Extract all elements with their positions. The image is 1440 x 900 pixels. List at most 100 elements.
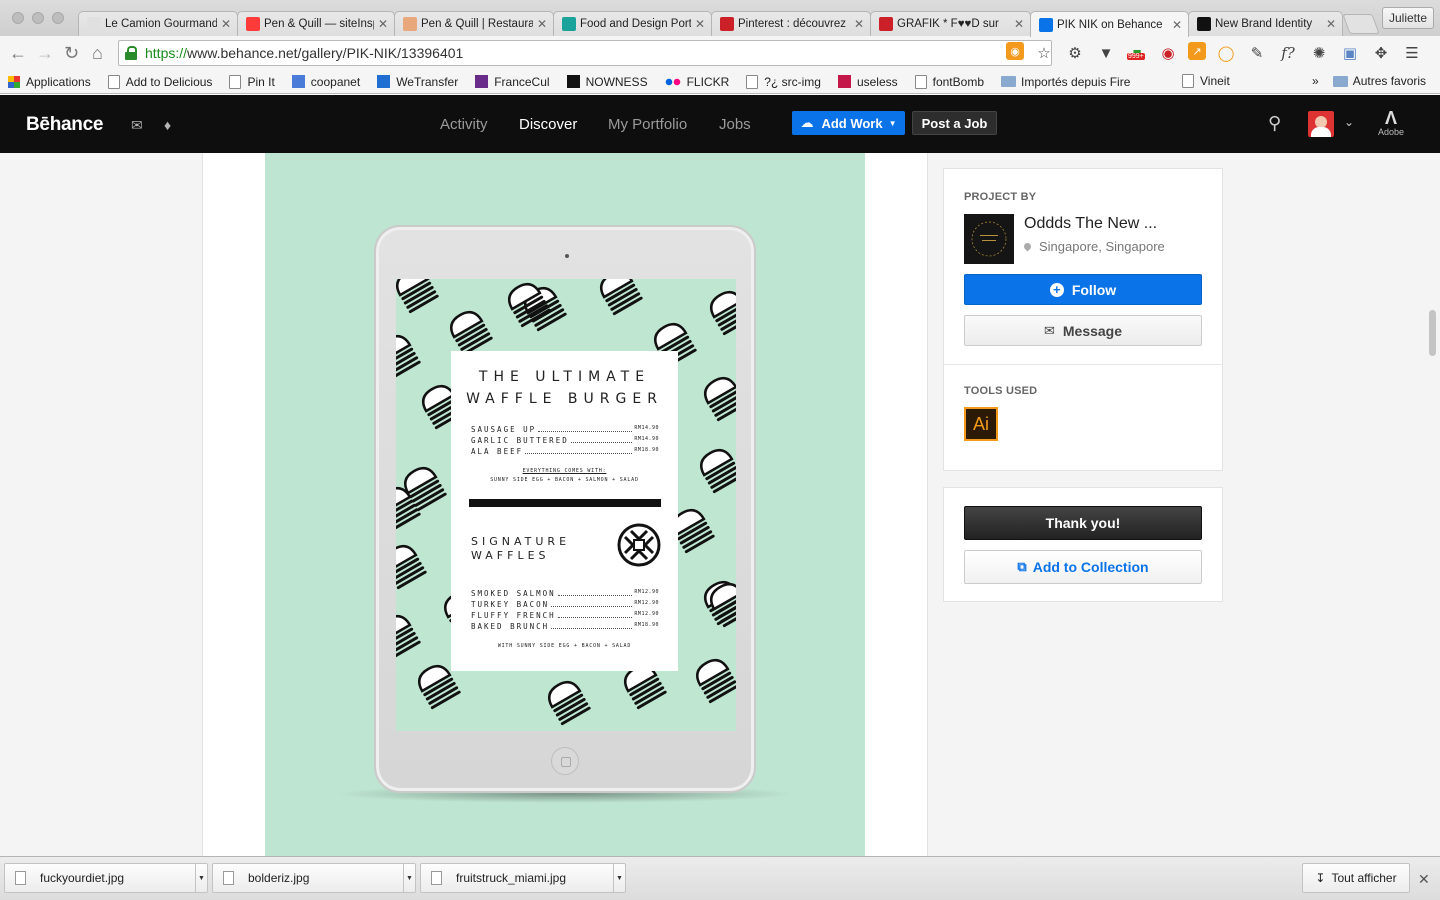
feed-badge-icon[interactable]: ■999+: [1126, 42, 1148, 64]
browser-tab[interactable]: Le Camion Gourmand ✕: [78, 11, 238, 36]
message-button[interactable]: ✉ Message: [964, 315, 1202, 346]
bookmark-item[interactable]: fontBomb: [914, 74, 984, 89]
nav-jobs[interactable]: Jobs: [719, 116, 751, 133]
show-all-downloads-button[interactable]: ↧ Tout afficher: [1302, 863, 1410, 893]
tab-close-icon[interactable]: ✕: [1172, 18, 1182, 32]
browser-tab[interactable]: PIK NIK on Behance ✕: [1030, 11, 1189, 37]
bell-icon[interactable]: ♦: [164, 117, 171, 133]
profile-button[interactable]: Juliette: [1382, 7, 1434, 29]
add-work-button[interactable]: ☁ Add Work ▼: [792, 111, 905, 135]
follow-button[interactable]: + Follow: [964, 274, 1202, 305]
bookmark-item[interactable]: FranceCul: [475, 75, 550, 89]
tab-favicon-icon: [562, 17, 576, 31]
bookmarks-chevron-icon[interactable]: »: [1312, 74, 1319, 88]
browser-tab[interactable]: Pen & Quill | Restaurant ✕: [394, 11, 554, 36]
ring-icon[interactable]: ◯: [1215, 42, 1237, 64]
nav-discover[interactable]: Discover: [519, 116, 577, 133]
caret-down-icon[interactable]: ▼: [613, 863, 625, 893]
page-scrollbar[interactable]: [1429, 310, 1436, 356]
tab-close-icon[interactable]: ✕: [1326, 17, 1336, 31]
tab-favicon-icon: [720, 17, 734, 31]
bookmark-item[interactable]: Pin It: [229, 74, 275, 89]
caret-down-icon[interactable]: ▼: [195, 863, 207, 893]
move-icon[interactable]: ✥: [1370, 42, 1392, 64]
bookmark-vineit[interactable]: Vineit: [1182, 74, 1230, 88]
owner-logo-icon: [971, 221, 1007, 257]
menu-item-name: GARLIC BUTTERED: [471, 436, 569, 445]
caret-down-icon[interactable]: ▼: [403, 863, 415, 893]
search-icon[interactable]: ⚲: [1268, 113, 1281, 134]
bookmark-star-icon[interactable]: ☆: [1033, 42, 1055, 64]
browser-tab[interactable]: GRAFIK * F♥♥D sur ✕: [870, 11, 1031, 36]
other-bookmarks-folder[interactable]: Autres favoris: [1332, 74, 1426, 88]
window-close-button[interactable]: [12, 12, 24, 24]
url-scheme: https://: [145, 45, 188, 61]
owner-avatar[interactable]: [964, 214, 1014, 264]
bookmark-item[interactable]: WeTransfer: [377, 75, 458, 89]
font-icon[interactable]: f?: [1277, 42, 1299, 64]
window-zoom-button[interactable]: [52, 12, 64, 24]
address-bar[interactable]: https://www.behance.net/gallery/PIK-NIK/…: [118, 40, 1052, 66]
bookmark-item[interactable]: ?¿ src-img: [746, 74, 821, 89]
bookmark-item[interactable]: Applications: [8, 75, 91, 89]
pinterest-icon[interactable]: ◉: [1157, 42, 1179, 64]
behance-logo[interactable]: Bēhance: [26, 114, 103, 136]
gear-icon[interactable]: ⚙: [1064, 42, 1086, 64]
nav-my-portfolio[interactable]: My Portfolio: [608, 116, 687, 133]
download-item[interactable]: fuckyourdiet.jpg ▼: [4, 863, 208, 893]
avatar[interactable]: [1308, 111, 1334, 137]
new-tab-button[interactable]: [1342, 14, 1380, 34]
tab-close-icon[interactable]: ✕: [1014, 17, 1024, 31]
cloud-upload-icon: ☁: [800, 115, 814, 130]
download-item[interactable]: bolderiz.jpg ▼: [212, 863, 416, 893]
menu-icon[interactable]: ☰: [1401, 42, 1423, 64]
bookmark-item[interactable]: useless: [837, 75, 898, 89]
illustrator-icon[interactable]: Ai: [964, 407, 998, 441]
forward-arrow-icon[interactable]: →: [36, 44, 54, 62]
adobe-logo[interactable]: Λ Adobe: [1377, 109, 1405, 137]
mail-icon[interactable]: ✉: [131, 117, 143, 134]
home-icon[interactable]: ⌂: [92, 44, 103, 62]
project-image: THE ULTIMATE WAFFLE BURGER SAUSAGE UP RM1…: [265, 153, 865, 856]
window-minimize-button[interactable]: [32, 12, 44, 24]
bookmark-item[interactable]: NOWNESS: [566, 75, 648, 89]
download-item[interactable]: fruitstruck_miami.jpg ▼: [420, 863, 626, 893]
eyedropper-icon[interactable]: ✎: [1246, 42, 1268, 64]
thank-you-button[interactable]: Thank you!: [964, 506, 1202, 540]
browser-tab[interactable]: Food and Design Portfolio✕: [553, 11, 712, 36]
browser-tab[interactable]: Pinterest : découvrez ✕: [711, 11, 871, 36]
tab-favicon-icon: [87, 17, 101, 31]
add-to-collection-button[interactable]: ⧉ Add to Collection: [964, 550, 1202, 584]
chart-icon[interactable]: ↗: [1188, 42, 1206, 60]
menu-item-leader: [551, 622, 633, 629]
bookmark-item[interactable]: Importés depuis Fire: [1001, 75, 1130, 89]
pocket-icon[interactable]: ▼: [1095, 42, 1117, 64]
bookmark-item[interactable]: FLICKR: [664, 75, 729, 89]
window-icon[interactable]: ▣: [1339, 42, 1361, 64]
browser-tab[interactable]: Pen & Quill — siteInspire✕: [237, 11, 395, 36]
tab-close-icon[interactable]: ✕: [854, 17, 864, 31]
owner-name[interactable]: Oddds The New ...: [1024, 215, 1157, 233]
tab-close-icon[interactable]: ✕: [221, 17, 231, 31]
rss-icon[interactable]: ◉: [1006, 42, 1024, 60]
bug-icon[interactable]: ✺: [1308, 42, 1330, 64]
tab-close-icon[interactable]: ✕: [695, 17, 705, 31]
menu-item-leader: [557, 611, 633, 618]
tab-close-icon[interactable]: ✕: [378, 17, 388, 31]
ipad-screen: THE ULTIMATE WAFFLE BURGER SAUSAGE UP RM1…: [396, 279, 736, 731]
close-icon[interactable]: ✕: [1418, 871, 1430, 888]
tools-used-label: TOOLS USED: [964, 385, 1038, 397]
chevron-down-icon[interactable]: ⌄: [1344, 115, 1354, 129]
menu-item: TURKEY BACON RM12.90: [471, 600, 659, 609]
post-a-job-button[interactable]: Post a Job: [912, 111, 997, 135]
bookmark-item[interactable]: coopanet: [291, 75, 360, 89]
menu-item-leader: [557, 589, 633, 596]
browser-tab[interactable]: New Brand Identity ✕: [1188, 11, 1343, 36]
back-arrow-icon[interactable]: ←: [9, 44, 27, 62]
bookmark-icon: [1001, 76, 1016, 87]
reload-icon[interactable]: ↻: [64, 44, 79, 62]
bookmark-item[interactable]: Add to Delicious: [107, 74, 212, 89]
extension-icons: ◉ ☆ ⚙ ▼ ■999+ ◉ ↗ ◯ ✎ f? ✺ ▣ ✥ ☰: [1006, 42, 1423, 64]
nav-activity[interactable]: Activity: [440, 116, 488, 133]
tab-close-icon[interactable]: ✕: [537, 17, 547, 31]
